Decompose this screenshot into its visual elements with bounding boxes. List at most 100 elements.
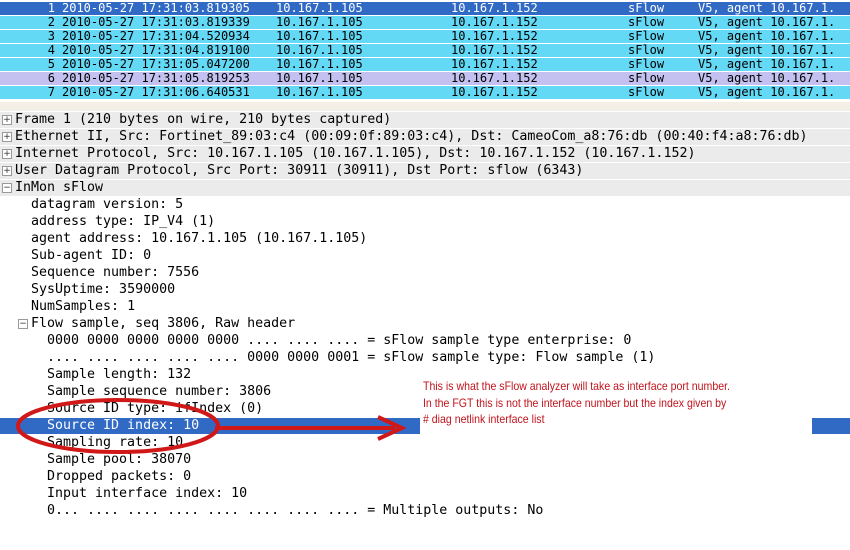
detail-line[interactable]: datagram version: 5 <box>0 197 850 213</box>
detail-text: address type: IP_V4 (1) <box>31 214 216 229</box>
packet-protocol: sFlow <box>628 57 665 71</box>
detail-line[interactable]: Dropped packets: 0 <box>0 469 850 485</box>
packet-no: 5 <box>47 57 55 71</box>
detail-text: Ethernet II, Src: Fortinet_89:03:c4 (00:… <box>15 129 808 144</box>
packet-destination: 10.167.1.152 <box>451 57 538 71</box>
detail-text: datagram version: 5 <box>31 197 184 212</box>
packet-details-tree[interactable]: + Frame 1 (210 bytes on wire, 210 bytes c… <box>0 112 850 550</box>
detail-line[interactable]: Sampling rate: 10 <box>0 435 850 451</box>
packet-source: 10.167.1.105 <box>276 29 363 43</box>
detail-text: Sample sequence number: 3806 <box>47 384 272 399</box>
packet-info: V5, agent 10.167.1. <box>698 85 836 99</box>
packet-time: 2010-05-27 17:31:03.819305 <box>62 1 250 15</box>
packet-row[interactable]: 4 2010-05-27 17:31:04.819100 10.167.1.105 1… <box>0 44 850 58</box>
annotation-line: # diag netlink interface list <box>423 412 545 426</box>
packet-destination: 10.167.1.152 <box>451 15 538 29</box>
detail-line[interactable]: − Flow sample, seq 3806, Raw header <box>0 316 850 332</box>
packet-time: 2010-05-27 17:31:03.819339 <box>62 15 250 29</box>
packet-no: 4 <box>47 43 55 57</box>
packet-info: V5, agent 10.167.1. <box>698 43 836 57</box>
packet-protocol: sFlow <box>628 15 665 29</box>
packet-info: V5, agent 10.167.1. <box>698 29 836 43</box>
detail-line[interactable]: agent address: 10.167.1.105 (10.167.1.10… <box>0 231 850 247</box>
detail-text: Sample pool: 38070 <box>47 452 192 467</box>
packet-protocol: sFlow <box>628 1 665 15</box>
detail-text: Sample length: 132 <box>47 367 192 382</box>
packet-destination: 10.167.1.152 <box>451 29 538 43</box>
detail-text: Flow sample, seq 3806, Raw header <box>31 316 296 331</box>
packet-source: 10.167.1.105 <box>276 71 363 85</box>
detail-text: 0000 0000 0000 0000 0000 .... .... .... … <box>47 333 632 348</box>
detail-line[interactable]: + Ethernet II, Src: Fortinet_89:03:c4 (00… <box>0 129 850 145</box>
detail-text: Input interface index: 10 <box>47 486 248 501</box>
detail-line[interactable]: + Frame 1 (210 bytes on wire, 210 bytes c… <box>0 112 850 128</box>
packet-protocol: sFlow <box>628 85 665 99</box>
packet-no: 1 <box>47 1 55 15</box>
detail-line[interactable]: + Internet Protocol, Src: 10.167.1.105 (1… <box>0 146 850 162</box>
detail-line[interactable]: Sequence number: 7556 <box>0 265 850 281</box>
annotation-line: This is what the sFlow analyzer will tak… <box>423 379 730 393</box>
detail-text: Sampling rate: 10 <box>47 435 184 450</box>
annotation-line: In the FGT this is not the interface num… <box>423 396 727 410</box>
detail-text: 0... .... .... .... .... .... .... .... … <box>47 503 544 518</box>
packet-row[interactable]: 7 2010-05-27 17:31:06.640531 10.167.1.105 1… <box>0 86 850 100</box>
packet-time: 2010-05-27 17:31:05.047200 <box>62 57 250 71</box>
packet-protocol: sFlow <box>628 71 665 85</box>
packet-time: 2010-05-27 17:31:04.520934 <box>62 29 250 43</box>
packet-protocol: sFlow <box>628 29 665 43</box>
detail-line[interactable]: Sub-agent ID: 0 <box>0 248 850 264</box>
packet-time: 2010-05-27 17:31:04.819100 <box>62 43 250 57</box>
packet-source: 10.167.1.105 <box>276 43 363 57</box>
detail-text: User Datagram Protocol, Src Port: 30911 … <box>15 163 584 178</box>
detail-line[interactable]: Input interface index: 10 <box>0 486 850 502</box>
detail-line[interactable]: + User Datagram Protocol, Src Port: 30911… <box>0 163 850 179</box>
detail-line[interactable]: address type: IP_V4 (1) <box>0 214 850 230</box>
packet-info: V5, agent 10.167.1. <box>698 15 836 29</box>
expand-icon[interactable]: + <box>2 132 12 142</box>
collapse-icon[interactable]: − <box>2 183 12 193</box>
packet-source: 10.167.1.105 <box>276 1 363 15</box>
packet-no: 2 <box>47 15 55 29</box>
detail-text: InMon sFlow <box>15 180 104 195</box>
packet-source: 10.167.1.105 <box>276 85 363 99</box>
packet-info: V5, agent 10.167.1. <box>698 57 836 71</box>
packet-row[interactable]: 3 2010-05-27 17:31:04.520934 10.167.1.105 1… <box>0 30 850 44</box>
packet-destination: 10.167.1.152 <box>451 1 538 15</box>
packet-list[interactable]: 1 2010-05-27 17:31:03.819305 10.167.1.105 1… <box>0 0 850 103</box>
expand-icon[interactable]: + <box>2 115 12 125</box>
packet-time: 2010-05-27 17:31:05.819253 <box>62 71 250 85</box>
detail-line[interactable]: .... .... .... .... .... 0000 0000 0001 … <box>0 350 850 366</box>
packet-row[interactable]: 5 2010-05-27 17:31:05.047200 10.167.1.105 1… <box>0 58 850 72</box>
expand-icon[interactable]: + <box>2 149 12 159</box>
detail-text: Source ID index: 10 <box>47 418 200 433</box>
pane-splitter[interactable] <box>0 102 850 111</box>
detail-text: Internet Protocol, Src: 10.167.1.105 (10… <box>15 146 696 161</box>
detail-text: agent address: 10.167.1.105 (10.167.1.10… <box>31 231 368 246</box>
expand-icon[interactable]: + <box>2 166 12 176</box>
packet-source: 10.167.1.105 <box>276 15 363 29</box>
packet-destination: 10.167.1.152 <box>451 43 538 57</box>
detail-text: SysUptime: 3590000 <box>31 282 176 297</box>
detail-text: NumSamples: 1 <box>31 299 136 314</box>
detail-line[interactable]: SysUptime: 3590000 <box>0 282 850 298</box>
detail-line[interactable]: 0000 0000 0000 0000 0000 .... .... .... … <box>0 333 850 349</box>
detail-line[interactable]: − InMon sFlow <box>0 180 850 196</box>
detail-line[interactable]: Sample pool: 38070 <box>0 452 850 468</box>
packet-destination: 10.167.1.152 <box>451 85 538 99</box>
packet-row[interactable]: 1 2010-05-27 17:31:03.819305 10.167.1.105 1… <box>0 2 850 16</box>
detail-line[interactable]: 0... .... .... .... .... .... .... .... … <box>0 503 850 519</box>
packet-row[interactable]: 6 2010-05-27 17:31:05.819253 10.167.1.105 1… <box>0 72 850 86</box>
detail-text: .... .... .... .... .... 0000 0000 0001 … <box>47 350 656 365</box>
detail-text: Dropped packets: 0 <box>47 469 192 484</box>
packet-no: 6 <box>47 71 55 85</box>
packet-protocol: sFlow <box>628 43 665 57</box>
packet-row[interactable]: 2 2010-05-27 17:31:03.819339 10.167.1.105 1… <box>0 16 850 30</box>
packet-destination: 10.167.1.152 <box>451 71 538 85</box>
detail-text: Sequence number: 7556 <box>31 265 200 280</box>
collapse-icon[interactable]: − <box>18 319 28 329</box>
packet-time: 2010-05-27 17:31:06.640531 <box>62 85 250 99</box>
detail-text: Frame 1 (210 bytes on wire, 210 bytes ca… <box>15 112 392 127</box>
detail-line[interactable]: NumSamples: 1 <box>0 299 850 315</box>
packet-info: V5, agent 10.167.1. <box>698 1 836 15</box>
detail-text: Sub-agent ID: 0 <box>31 248 152 263</box>
